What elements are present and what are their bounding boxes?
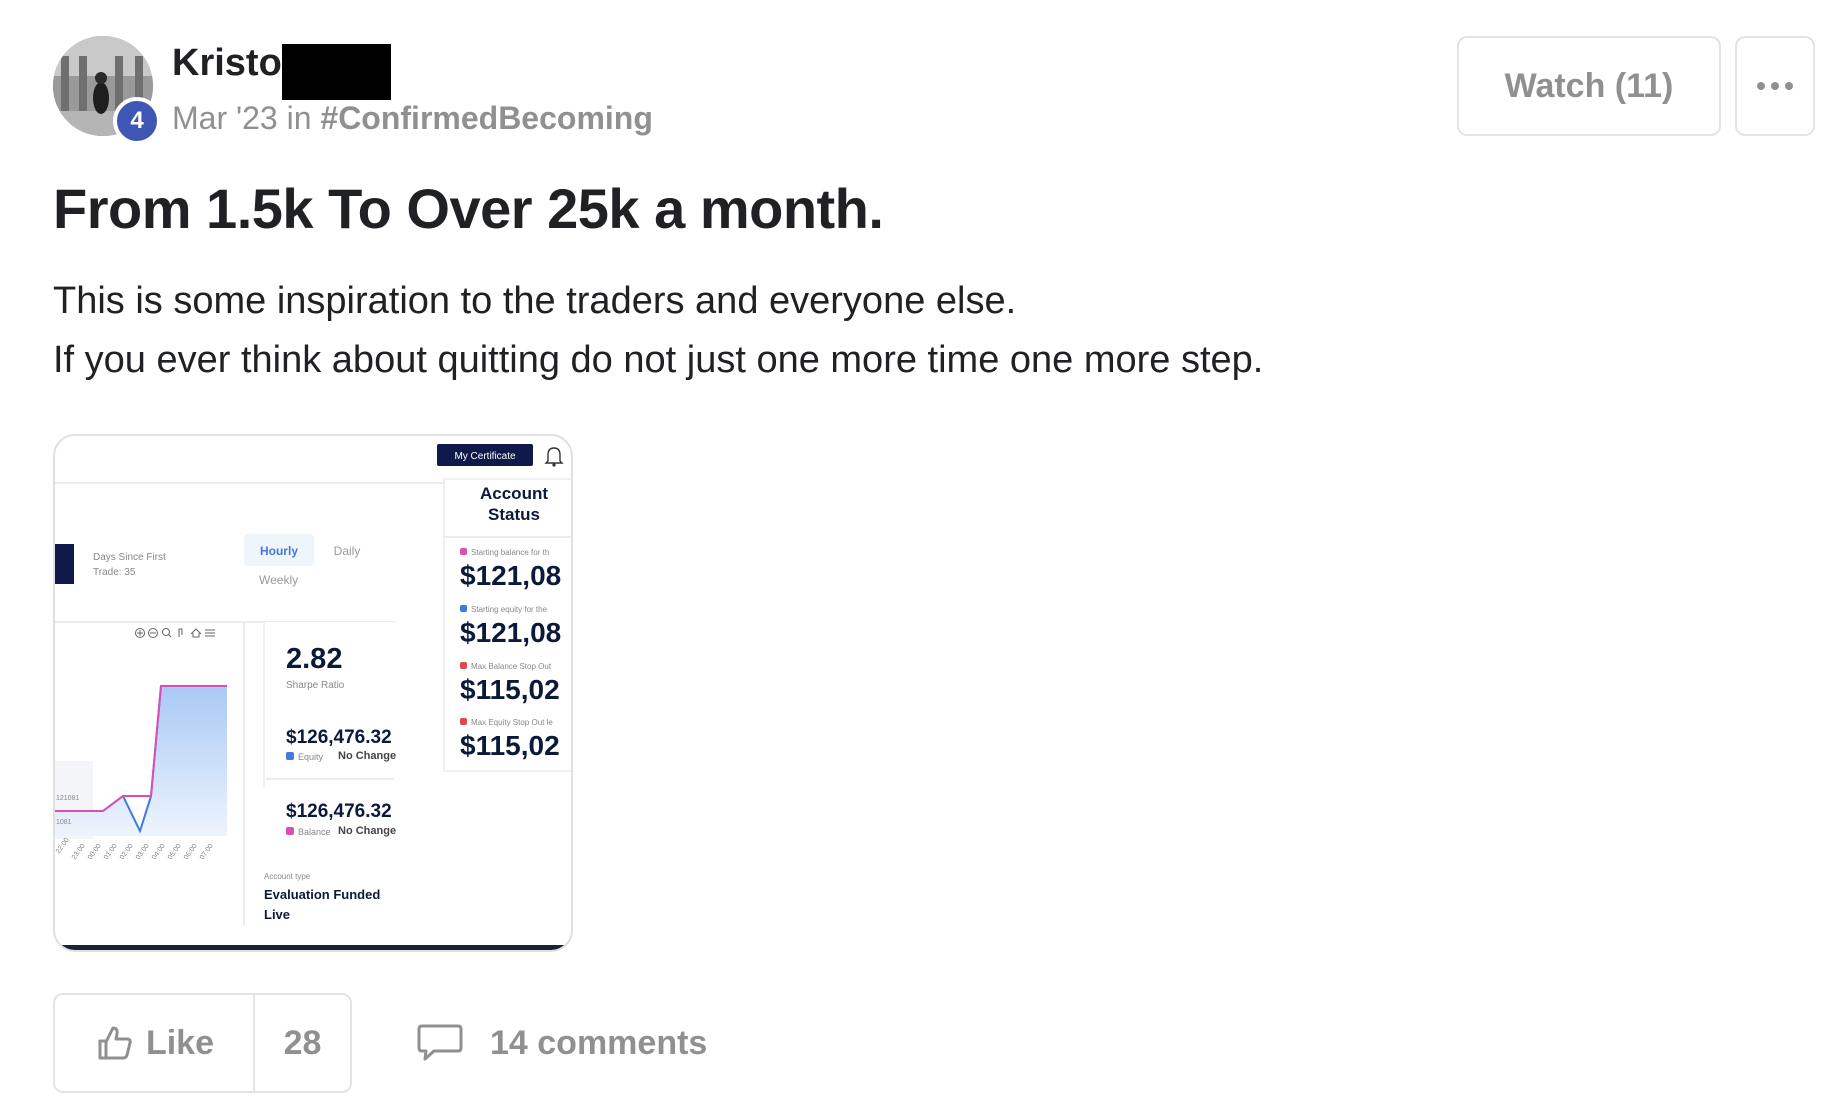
svg-text:00:00: 00:00 [87,843,103,861]
chart-y-tick-2: 1081 [56,819,72,826]
ellipsis-icon [1757,82,1793,90]
svg-text:05:00: 05:00 [167,843,183,861]
account-status-title-1: Account [480,484,548,503]
svg-text:02:00: 02:00 [119,843,135,861]
post-body-line-2: If you ever think about quitting do not … [53,339,1264,381]
like-label: Like [145,1023,215,1062]
svg-text:01:00: 01:00 [103,843,119,861]
svg-text:06:00: 06:00 [183,843,199,861]
bell-icon [544,447,564,467]
status-label-2: Starting equity for the [471,605,548,614]
svg-text:23:00: 23:00 [71,843,87,861]
watch-label: Watch (11) [1504,66,1674,105]
redacted-surname [282,44,391,100]
tab-daily: Daily [334,544,361,558]
status-label-3: Max Balance Stop Out [471,662,552,671]
post-meta: Mar '23 in #ConfirmedBecoming [172,100,653,137]
account-type-value-2: Live [264,907,290,922]
balance-change: No Change [338,825,396,837]
status-value-2: $121,08 [460,617,561,648]
account-type-value-1: Evaluation Funded [264,887,380,902]
like-group: Like 28 [53,993,352,1093]
sharpe-label: Sharpe Ratio [286,680,345,691]
sharpe-value: 2.82 [286,643,342,675]
svg-text:03:00: 03:00 [135,843,151,861]
author-name[interactable]: Kristo [172,42,282,85]
tab-weekly: Weekly [259,573,298,587]
post-title: From 1.5k To Over 25k a month. [53,177,884,240]
tab-hourly: Hourly [260,544,298,558]
category-link[interactable]: #ConfirmedBecoming [320,100,652,136]
chart-y-tick-1: 121081 [56,795,79,802]
my-certificate-label: My Certificate [454,451,516,462]
chart-toolbar-icons [135,628,215,638]
chart-x-ticks: 22:00 23:00 00:00 01:00 02:00 03:00 04:0… [55,837,215,861]
balance-value: $126,476.32 [286,801,392,822]
thumbs-up-icon [98,1026,132,1060]
post-date: Mar '23 [172,100,278,136]
equity-value: $126,476.32 [286,727,392,748]
watch-button[interactable]: Watch (11) [1457,36,1721,136]
post-body-line-1: This is some inspiration to the traders … [53,280,1017,322]
comment-bubble-icon [417,1024,463,1061]
svg-text:04:00: 04:00 [151,843,167,861]
like-count[interactable]: 28 [255,995,350,1091]
trade-label: Trade: 35 [93,567,136,578]
status-label-4: Max Equity Stop Out le [471,718,553,727]
equity-change: No Change [338,750,396,762]
svg-text:22:00: 22:00 [55,837,71,855]
like-button[interactable]: Like [55,995,255,1091]
status-value-3: $115,02 [460,674,560,705]
status-label-1: Starting balance for th [471,548,549,557]
balance-label: Balance [298,827,331,837]
status-value-4: $115,02 [460,730,560,761]
comments-button[interactable]: 14 comments [416,993,707,1093]
equity-label: Equity [298,752,324,762]
attached-screenshot[interactable]: My Certificate Account Status Starting b… [53,434,573,952]
days-since-label: Days Since First [93,552,166,563]
account-type-label: Account type [264,872,311,881]
level-badge: 4 [113,97,161,145]
comments-label: 14 comments [490,1023,708,1062]
account-status-title-2: Status [488,505,540,524]
more-options-button[interactable] [1735,36,1815,136]
status-value-1: $121,08 [460,560,561,591]
in-word: in [286,100,312,136]
svg-text:07:00: 07:00 [199,843,215,861]
